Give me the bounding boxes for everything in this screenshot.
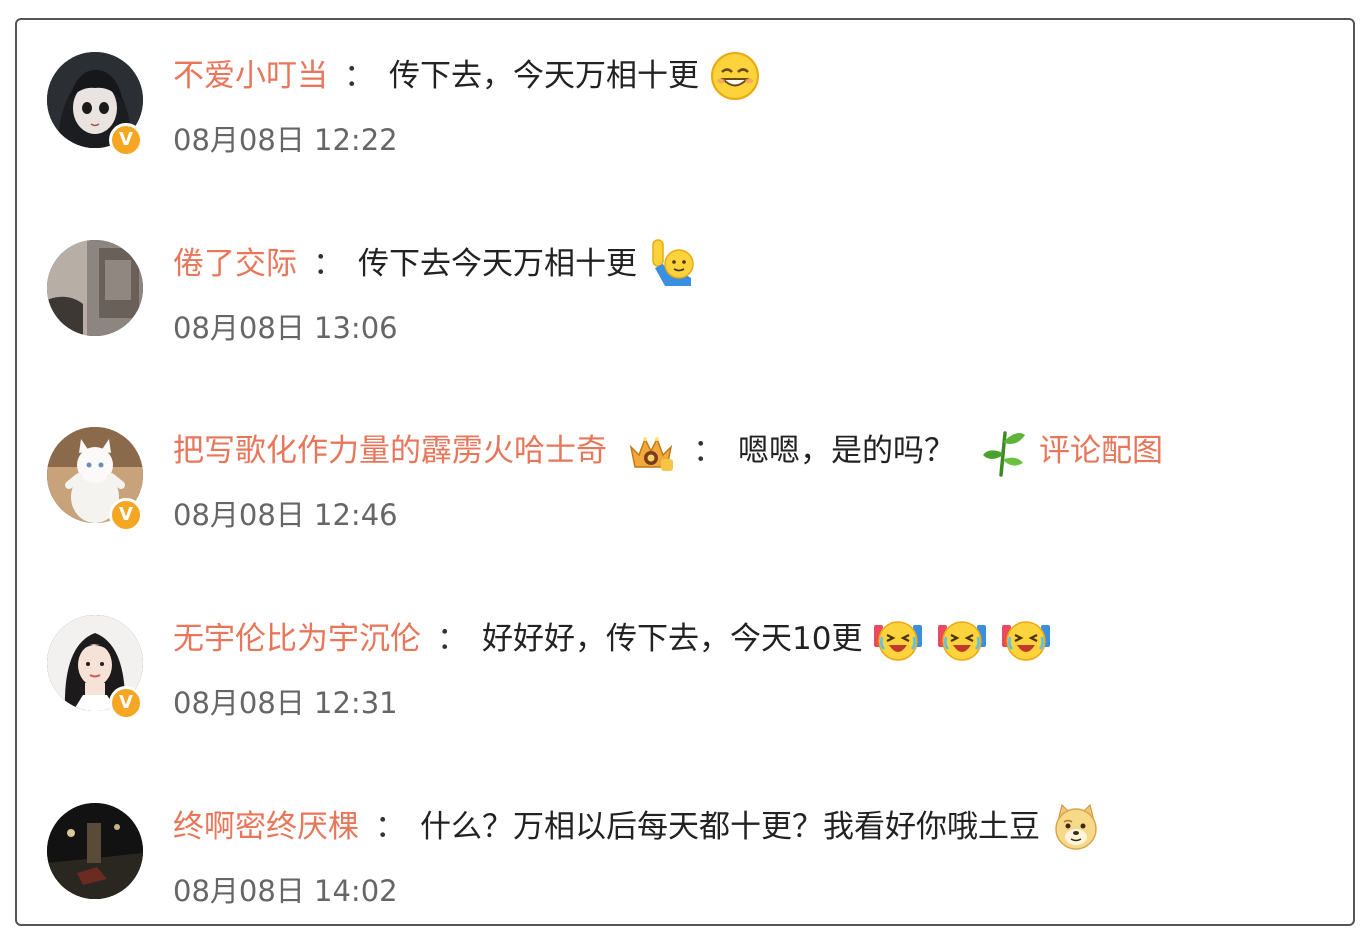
comment-line: 无宇伦比为宇沉伦 ： 好好好，传下去，今天10更	[173, 617, 1052, 661]
comment-item: V 把写歌化作力量的霹雳火哈士奇 ： 嗯嗯，是的吗？ 评论配图 08月08日 1…	[17, 395, 1347, 545]
username-link[interactable]: 倦了交际	[173, 242, 297, 286]
separator: ：	[313, 246, 344, 282]
comment-line: 终啊密终厌棵 ： 什么？万相以后每天都十更？我看好你哦土豆	[173, 803, 1102, 850]
verified-badge: V	[109, 123, 143, 157]
grin-face-emoji	[709, 50, 761, 102]
comment-item: 终啊密终厌棵 ： 什么？万相以后每天都十更？我看好你哦土豆 08月08日 14:…	[17, 771, 1347, 921]
comment-line: 倦了交际 ： 传下去今天万相十更	[173, 239, 699, 286]
comment-text: 好好好，传下去，今天10更	[482, 621, 863, 657]
comment-item: 倦了交际 ： 传下去今天万相十更 08月08日 13:06	[17, 208, 1347, 358]
username-link[interactable]: 不爱小叮当	[173, 54, 328, 98]
cheer-face-emoji	[872, 613, 924, 665]
user-avatar[interactable]	[47, 803, 143, 899]
comment-image-link[interactable]: 评论配图	[1039, 429, 1163, 473]
comment-timestamp: 08月08日 12:46	[173, 498, 398, 532]
comment-timestamp: 08月08日 14:02	[173, 874, 398, 908]
username-link[interactable]: 把写歌化作力量的霹雳火哈士奇	[173, 429, 607, 473]
comment-list: V 不爱小叮当 ： 传下去，今天万相十更 08月08日 12:22 倦了交际 ：…	[15, 18, 1355, 926]
separator: ：	[437, 621, 468, 657]
crown-level-badge	[625, 425, 677, 477]
verified-badge: V	[109, 498, 143, 532]
comment-timestamp: 08月08日 12:31	[173, 686, 398, 720]
comment-text: 嗯嗯，是的吗？	[738, 433, 955, 469]
separator: ：	[693, 433, 724, 469]
doge-emoji	[1050, 801, 1102, 853]
comment-item: V 不爱小叮当 ： 传下去，今天万相十更 08月08日 12:22	[17, 20, 1347, 170]
separator: ：	[375, 809, 406, 845]
separator: ：	[344, 58, 375, 94]
verified-badge: V	[109, 686, 143, 720]
username-link[interactable]: 终啊密终厌棵	[173, 805, 359, 849]
comment-timestamp: 08月08日 12:22	[173, 123, 398, 157]
comment-item: V 无宇伦比为宇沉伦 ： 好好好，传下去，今天10更 08月08日 12:31	[17, 583, 1347, 733]
comment-text: 什么？万相以后每天都十更？我看好你哦土豆	[420, 809, 1040, 845]
comment-line: 不爱小叮当 ： 传下去，今天万相十更	[173, 52, 761, 100]
comment-text: 传下去今天万相十更	[358, 246, 637, 282]
raise-hand-emoji	[647, 238, 699, 290]
comment-timestamp: 08月08日 13:06	[173, 311, 398, 345]
cheer-face-emoji	[1000, 613, 1052, 665]
comment-line: 把写歌化作力量的霹雳火哈士奇 ： 嗯嗯，是的吗？ 评论配图	[173, 429, 1163, 477]
image-icon[interactable]	[977, 425, 1029, 477]
comment-text: 传下去，今天万相十更	[389, 58, 699, 94]
username-link[interactable]: 无宇伦比为宇沉伦	[173, 617, 421, 661]
user-avatar[interactable]	[47, 240, 143, 336]
cheer-face-emoji	[936, 613, 988, 665]
